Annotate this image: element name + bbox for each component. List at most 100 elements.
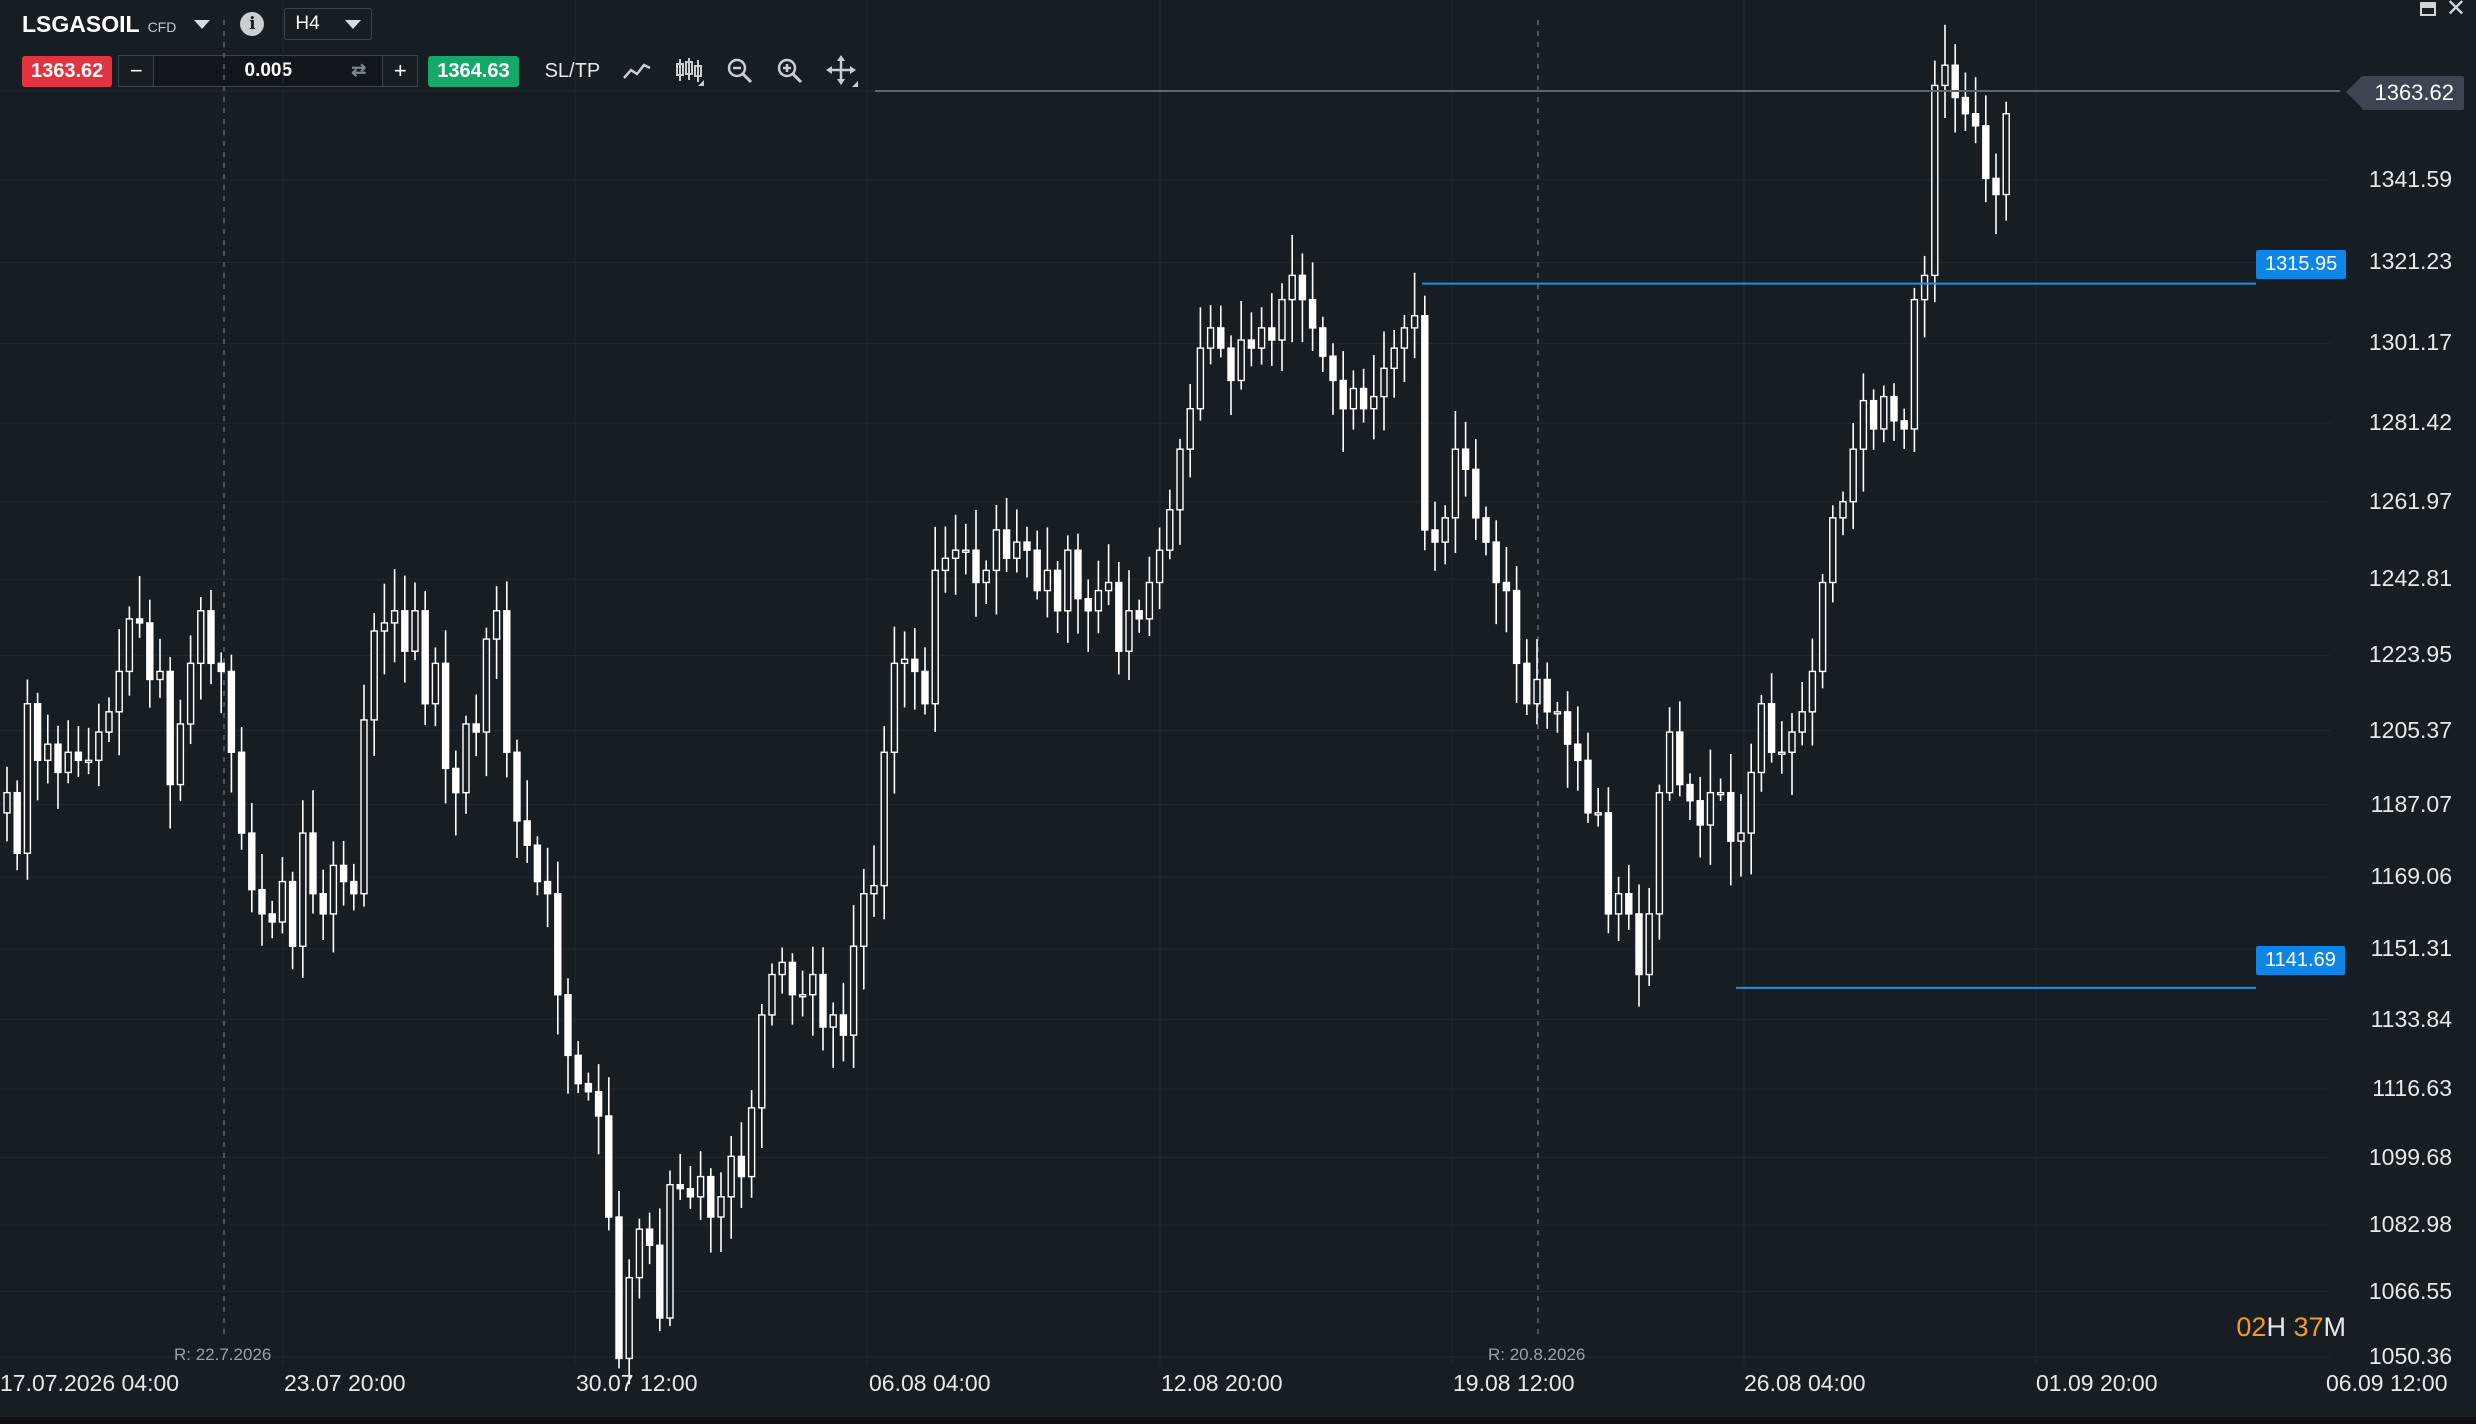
y-axis-label: 1050.36 [2368,1343,2452,1369]
y-axis-label: 1082.98 [2368,1211,2452,1238]
candle-body [778,961,786,976]
candle-body [1655,791,1664,915]
candle-body [1604,812,1613,915]
candle-body [299,832,307,947]
candle-body [339,864,348,883]
candle-body [1563,711,1572,745]
candle-body [1808,670,1817,713]
candle-body [1614,892,1623,915]
candle-body [1625,892,1633,915]
candle-body [829,1014,837,1028]
x-axis-label: 23.07 20:00 [284,1370,406,1396]
candle-body [1645,913,1653,976]
candle-body [880,751,888,887]
candle-body [1329,355,1337,382]
candle-body [1798,711,1806,733]
candle-body [1910,298,1919,430]
candle-body [1971,113,1980,127]
candle-body [1778,751,1786,755]
candle-body [1247,339,1256,349]
candle-body [1421,315,1429,531]
candle-body [125,618,134,673]
candle-body [1217,327,1225,349]
candle-body [1023,541,1031,551]
candle-body [44,743,52,762]
candle-body [1869,399,1878,430]
price-chart[interactable] [0,0,2476,1424]
candle-body [1359,387,1368,410]
candle-body [166,670,174,786]
candle-body [1410,315,1419,329]
candlestick-series [3,24,2010,1385]
y-axis-label: 1066.55 [2368,1277,2452,1304]
candle-body [1104,581,1113,592]
candle-body [350,880,358,895]
candle-body [574,1054,582,1085]
y-axis-label: 1301.17 [2368,329,2452,356]
candle-body [605,1115,613,1218]
candle-body [839,1014,848,1036]
x-axis-label: 30.07 12:00 [576,1370,698,1396]
candle-body [1431,529,1439,543]
candle-body [1880,395,1888,430]
candle-body [1553,711,1562,715]
candle-body [197,610,205,665]
candle-body [23,703,32,854]
candle-body [625,1276,633,1360]
candle-body [1268,327,1276,341]
candle-body [217,662,225,673]
candle-body [1716,791,1725,796]
candle-body [441,662,450,770]
rollover-label: R: 22.7.2026 [174,1345,272,1364]
candle-body [115,670,123,713]
candle-body [1145,581,1154,620]
candle-body [95,731,103,762]
x-axis-label: 06.09 12:00 [2326,1370,2448,1396]
candle-body [584,1082,593,1093]
candle-body [1013,541,1021,559]
candle-body [533,844,542,883]
candle-body [962,549,970,553]
candle-body [237,751,246,834]
candle-body [64,751,72,774]
candle-body [1839,500,1847,519]
candle-body [1992,177,2000,196]
candle-countdown: 02H 37M [2236,1312,2346,1343]
candle-body [1308,298,1317,329]
y-axis-label: 1151.31 [2370,935,2452,962]
candle-body [452,767,460,794]
candle-body [186,662,195,725]
y-axis-label: 1099.68 [2368,1143,2452,1170]
candle-body [492,610,501,640]
candle-body [1482,517,1490,543]
candle-body [809,973,817,996]
candle-body [146,622,154,681]
candle-body [666,1183,674,1319]
candle-body [676,1183,684,1190]
candle-body [1043,569,1052,592]
candle-body [982,569,990,584]
y-axis-label: 1281.42 [2368,409,2452,436]
candle-body [849,945,858,1036]
candle-body [1890,395,1898,422]
candle-body [176,723,185,786]
candle-body [1737,832,1745,842]
level-tag-low[interactable]: 1141.69 [2256,946,2345,975]
candle-body [1033,549,1041,592]
candle-body [1166,509,1174,551]
candle-body [1859,399,1868,450]
candle-body [727,1155,735,1198]
candle-body [1390,347,1398,370]
candle-body [401,610,409,652]
candle-body [686,1188,695,1198]
candle-body [1472,468,1480,519]
candle-body [329,864,338,915]
candle-body [1920,274,1929,301]
candle-body [207,610,215,665]
candle-body [503,610,511,753]
candle-body [747,1107,756,1178]
x-axis-label: 19.08 12:00 [1453,1370,1575,1396]
level-tag-high[interactable]: 1315.95 [2256,250,2347,279]
candle-body [1706,791,1715,826]
candle-body [1502,581,1511,592]
